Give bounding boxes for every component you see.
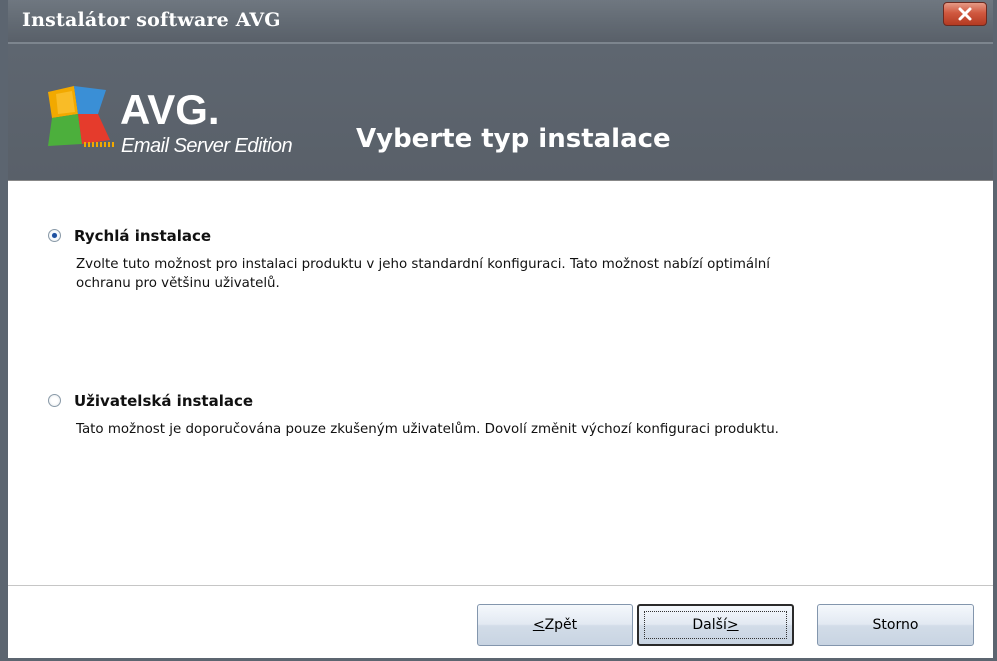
back-button-label: Zpět	[544, 617, 578, 633]
footer-divider	[8, 585, 993, 586]
back-button[interactable]: < Zpět	[477, 604, 633, 646]
option-description: Tato možnost je doporučována pouze zkuše…	[76, 422, 779, 437]
title-bar[interactable]: Instalátor software AVG	[8, 0, 993, 44]
cancel-button[interactable]: Storno	[817, 604, 974, 646]
option-label[interactable]: Rychlá instalace	[74, 227, 211, 245]
installer-window: Instalátor software AVG AVG. Email Serve…	[0, 0, 997, 661]
option-description: Zvolte tuto možnost pro instalaci produk…	[76, 257, 770, 291]
logo-text: AVG.	[120, 86, 220, 133]
page-title: Vyberte typ instalace	[356, 124, 671, 154]
close-button[interactable]	[943, 2, 987, 26]
option-label[interactable]: Uživatelská instalace	[74, 392, 253, 410]
close-icon	[958, 7, 972, 21]
cancel-button-label: Storno	[872, 617, 919, 633]
window-title: Instalátor software AVG	[22, 9, 281, 31]
focus-rectangle	[644, 611, 787, 639]
next-button[interactable]: Další >	[637, 604, 794, 646]
back-button-shortcut: <	[532, 617, 545, 633]
logo-subtitle: Email Server Edition	[121, 135, 293, 157]
custom-install-radio[interactable]	[48, 394, 61, 407]
header-banner: AVG. Email Server Edition Vyberte typ in…	[8, 44, 993, 181]
quick-install-radio[interactable]	[48, 229, 61, 242]
